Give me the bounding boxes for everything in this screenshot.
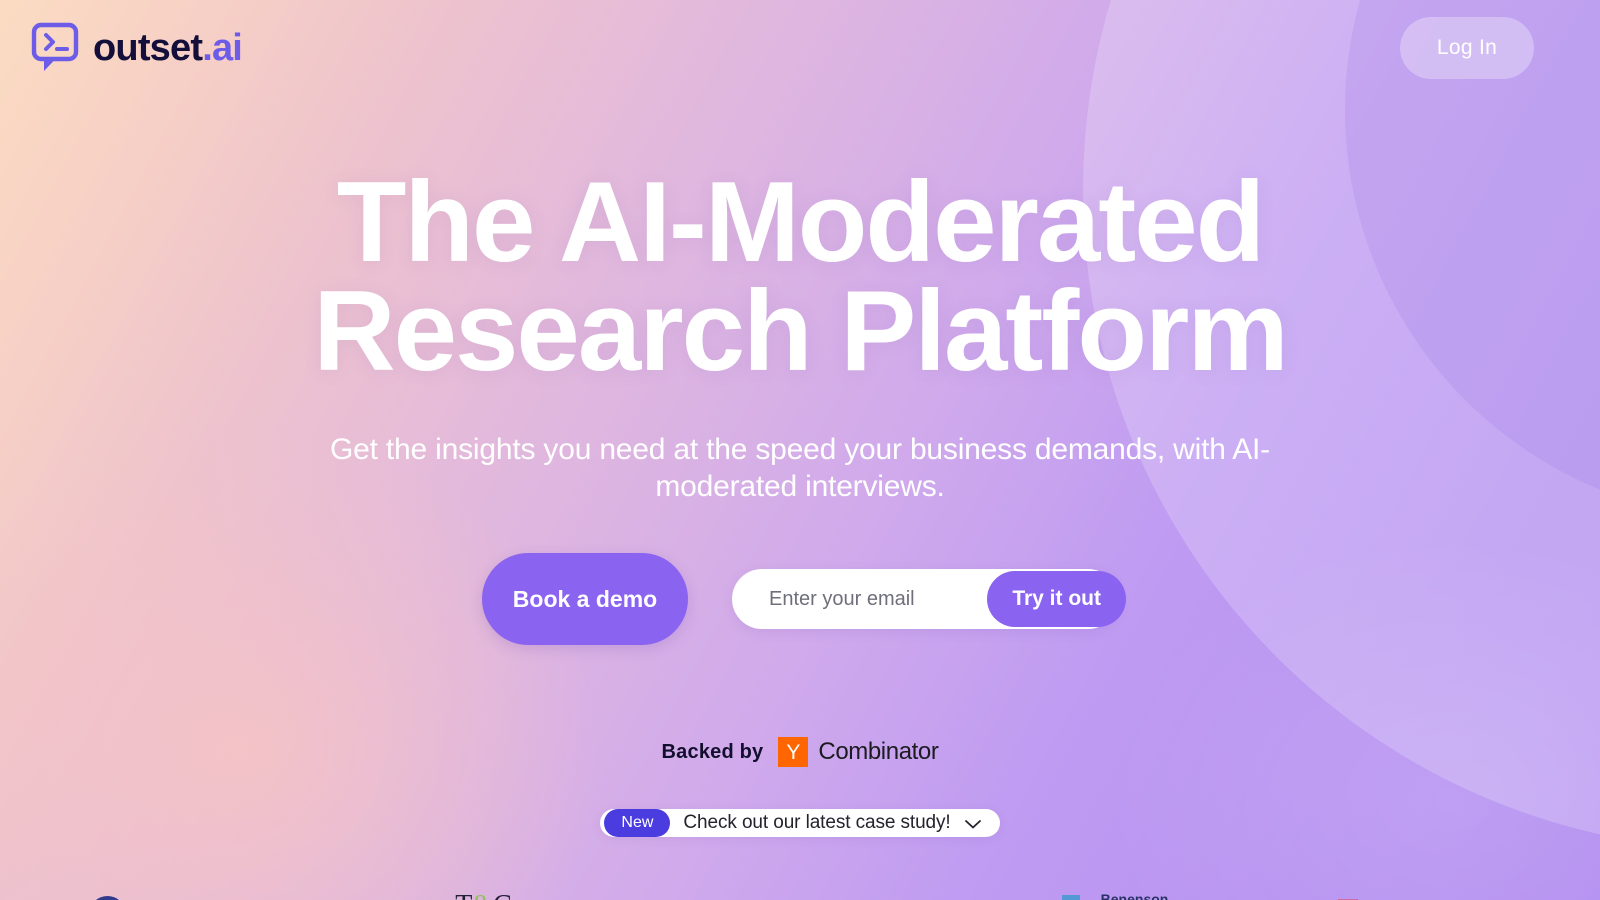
treacy-ampersand: &: [472, 890, 494, 900]
email-signup-form: Try it out: [732, 569, 1126, 630]
y-combinator-logo: Y Combinator: [778, 737, 939, 768]
treacy-co: Co: [493, 890, 525, 900]
customer-logo-weightwatchers: WW WW WeightWatchers: [25, 879, 335, 900]
opendoor-name: Opendoor: [730, 896, 870, 900]
cta-row: Book a demo Try it out: [482, 553, 1126, 646]
chevron-down-icon[interactable]: [964, 817, 982, 829]
site-header: outset.ai Log In: [0, 0, 1600, 96]
customer-logo-opendoor: Opendoor: [645, 879, 955, 900]
brand-logo[interactable]: outset.ai: [30, 21, 243, 75]
case-study-banner[interactable]: New Check out our latest case study!: [600, 809, 1000, 838]
backed-by-label: Backed by: [661, 740, 764, 763]
landing-page: outset.ai Log In The AI-Moderated Resear…: [0, 0, 1600, 900]
status-badge: New: [604, 809, 671, 838]
backed-by-row: Backed by Y Combinator: [661, 737, 939, 768]
customer-logo-treacy: T&Co Treacy & Company: [335, 879, 645, 900]
benenson-mark: [1052, 895, 1092, 900]
y-combinator-mark: Y: [778, 737, 809, 768]
brand-suffix: .ai: [202, 27, 243, 69]
login-button[interactable]: Log In: [1400, 17, 1534, 79]
treacy-mark: T&Co: [455, 890, 525, 900]
treacy-t: T: [455, 890, 472, 900]
brand-wordmark: outset.ai: [93, 27, 243, 69]
customer-logo-benenson: Benenson Strategy Group: [955, 879, 1265, 900]
brand-name: outset: [93, 27, 203, 69]
customer-logo-strip: WW WW WeightWatchers T&Co Treacy & Compa…: [0, 879, 1600, 900]
book-a-demo-button[interactable]: Book a demo: [482, 553, 688, 646]
try-it-out-button[interactable]: Try it out: [987, 571, 1126, 628]
terminal-speech-bubble-icon: [30, 21, 80, 75]
y-combinator-name: Combinator: [818, 738, 939, 766]
case-study-banner-label: Check out our latest case study!: [683, 812, 951, 834]
page-title: The AI-Moderated Research Platform: [313, 159, 1288, 396]
hero-subtitle: Get the insights you need at the speed y…: [330, 432, 1270, 504]
hero-section: The AI-Moderated Research Platform Get t…: [0, 0, 1600, 900]
customer-logo-swayable: SWAYABLE: [1265, 879, 1575, 900]
benenson-line1: Benenson: [1100, 891, 1169, 900]
benenson-name: Benenson Strategy Group: [1101, 892, 1169, 900]
weightwatchers-mark: WW WW: [89, 895, 127, 900]
